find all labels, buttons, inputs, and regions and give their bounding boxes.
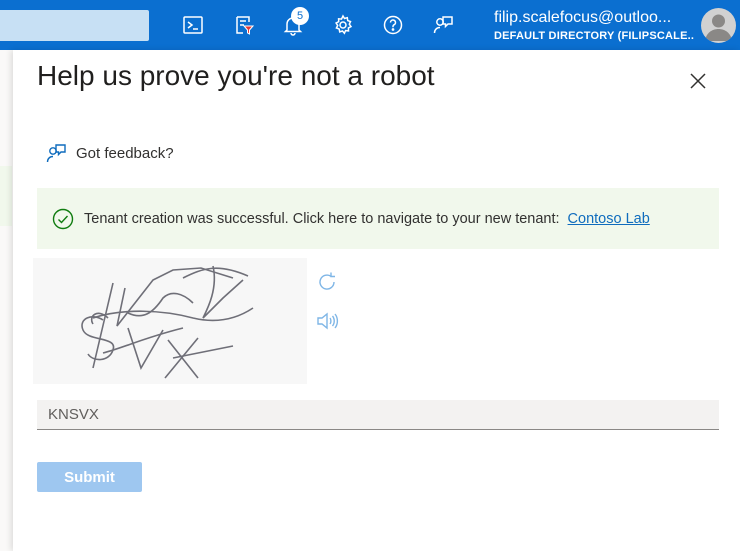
banner-text: Tenant creation was successful. Click he… bbox=[84, 210, 560, 227]
top-bar: 5 filip.scalefocus@outloo... DEFAULT DIR… bbox=[0, 0, 740, 50]
success-check-icon bbox=[52, 208, 74, 229]
user-icon bbox=[705, 14, 732, 41]
dialog-title: Help us prove you're not a robot bbox=[37, 60, 435, 91]
captcha-dialog: Help us prove you're not a robot Got fee… bbox=[13, 50, 740, 551]
close-icon bbox=[690, 73, 706, 89]
refresh-icon bbox=[319, 272, 335, 290]
account-info[interactable]: filip.scalefocus@outloo... DEFAULT DIREC… bbox=[494, 8, 694, 44]
captcha-input[interactable] bbox=[37, 400, 719, 430]
background-banner bbox=[0, 166, 12, 226]
notification-badge: 5 bbox=[291, 7, 309, 25]
success-banner: Tenant creation was successful. Click he… bbox=[37, 188, 719, 249]
account-directory: DEFAULT DIRECTORY (FILIPSCALE... bbox=[494, 30, 694, 42]
avatar[interactable] bbox=[701, 8, 736, 43]
search-box[interactable] bbox=[0, 10, 149, 41]
cloud-shell-icon[interactable] bbox=[179, 11, 207, 39]
close-button[interactable] bbox=[687, 70, 709, 92]
tenant-link[interactable]: Contoso Lab bbox=[568, 211, 650, 227]
submit-button[interactable]: Submit bbox=[37, 462, 142, 492]
captcha-image bbox=[33, 258, 307, 384]
feedback-icon bbox=[46, 144, 66, 163]
speaker-icon bbox=[317, 312, 339, 330]
feedback-label: Got feedback? bbox=[76, 144, 174, 162]
account-name: filip.scalefocus@outloo... bbox=[494, 9, 672, 26]
refresh-captcha-button[interactable] bbox=[315, 270, 339, 294]
audio-captcha-button[interactable] bbox=[315, 309, 339, 333]
captcha-distorted-text bbox=[81, 265, 254, 379]
directory-filter-icon[interactable] bbox=[229, 11, 257, 39]
feedback-icon[interactable] bbox=[429, 11, 457, 39]
feedback-link[interactable]: Got feedback? bbox=[45, 142, 174, 164]
background-page bbox=[0, 50, 14, 551]
settings-icon[interactable] bbox=[329, 11, 357, 39]
help-icon[interactable] bbox=[379, 11, 407, 39]
